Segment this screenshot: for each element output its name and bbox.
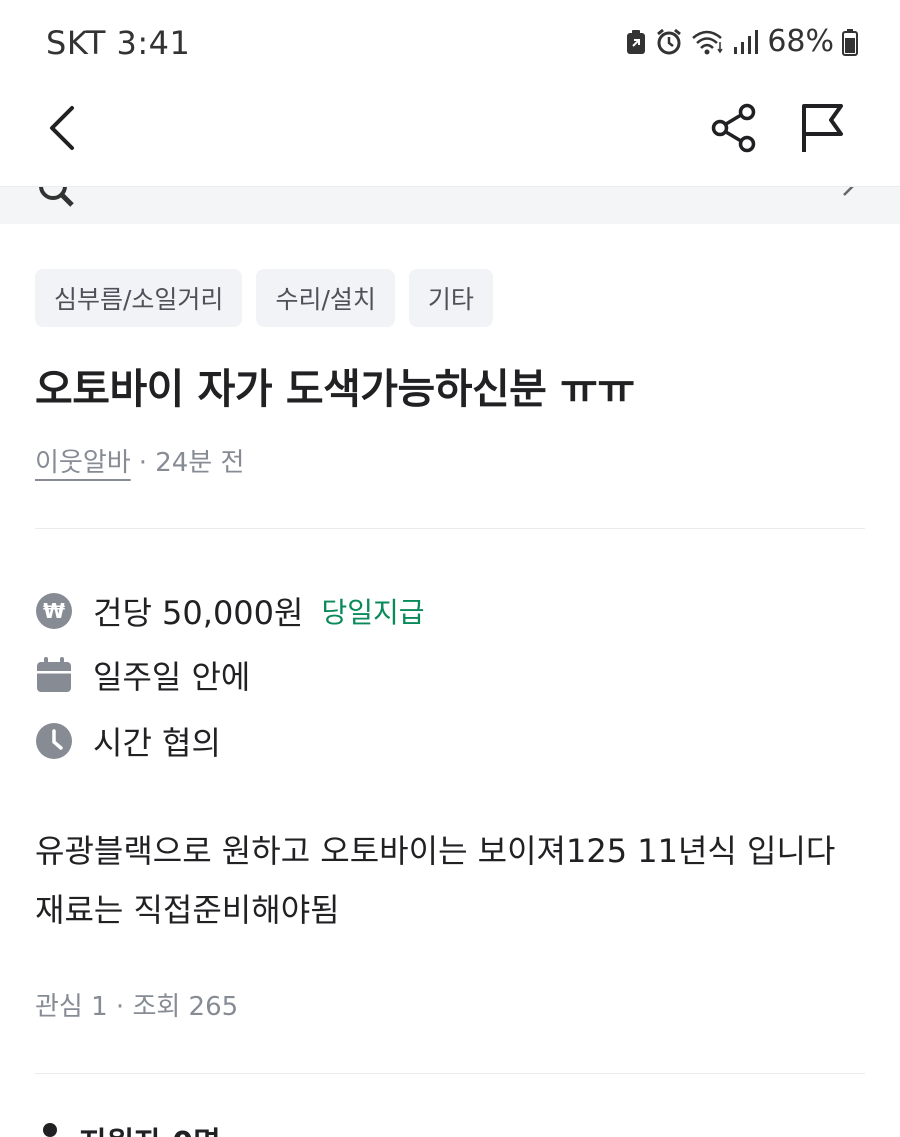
wifi-icon — [691, 28, 725, 56]
signal-icon — [733, 29, 759, 55]
category-tag[interactable]: 심부름/소일거리 — [35, 269, 243, 327]
app-bar — [0, 88, 900, 186]
clock-icon — [35, 722, 73, 760]
category-tag[interactable]: 수리/설치 — [256, 269, 395, 327]
post-meta: 이웃알바 · 24분 전 — [35, 442, 244, 479]
svg-text:₩: ₩ — [43, 599, 65, 623]
share-icon — [711, 103, 756, 153]
divider — [35, 1073, 865, 1074]
status-bar: SKT 3:41 68% — [0, 0, 900, 88]
hours-text: 시간 협의 — [93, 724, 221, 762]
time-ago: · 24분 전 — [138, 448, 245, 478]
back-chevron-icon — [50, 106, 74, 150]
applicants-label: 지원자 0명 — [79, 1118, 221, 1137]
back-button[interactable] — [34, 100, 90, 156]
chevron-right-icon — [843, 187, 854, 196]
person-icon — [35, 1121, 65, 1137]
report-button[interactable] — [794, 100, 850, 156]
pay-badge: 당일지급 — [321, 596, 425, 629]
status-icons: 68% — [625, 24, 858, 59]
post-stats: 관심 1 · 조회 265 — [35, 992, 239, 1022]
applicants-section[interactable]: 지원자 0명 — [35, 1118, 221, 1137]
calendar-icon — [35, 656, 73, 694]
search-icon — [39, 187, 74, 207]
hours-row: 시간 협의 — [35, 718, 221, 764]
pay-text: 건당 50,000원 — [93, 594, 304, 632]
post-description: 유광블랙으로 원하고 오토바이는 보이져125 11년식 입니다 재료는 직접준… — [35, 832, 836, 929]
pay-row: ₩ 건당 50,000원 당일지급 — [35, 588, 425, 634]
battery-icon — [842, 28, 858, 56]
battery-saver-icon — [625, 29, 647, 55]
share-button[interactable] — [706, 100, 762, 156]
period-row: 일주일 안에 — [35, 652, 250, 698]
category-tags: 심부름/소일거리 수리/설치 기타 — [35, 269, 493, 327]
period-text: 일주일 안에 — [93, 658, 251, 696]
search-strip[interactable] — [0, 186, 900, 224]
post-title: 오토바이 자가 도색가능하신분 ㅠㅠ — [35, 365, 635, 413]
report-flag-icon — [802, 104, 843, 152]
writer-link[interactable]: 이웃알바 — [35, 442, 131, 479]
won-icon: ₩ — [35, 592, 73, 630]
category-tag[interactable]: 기타 — [408, 269, 493, 327]
divider — [35, 528, 865, 529]
carrier-time: SKT 3:41 — [46, 24, 191, 62]
alarm-icon — [655, 28, 683, 56]
battery-percent: 68% — [767, 24, 834, 59]
